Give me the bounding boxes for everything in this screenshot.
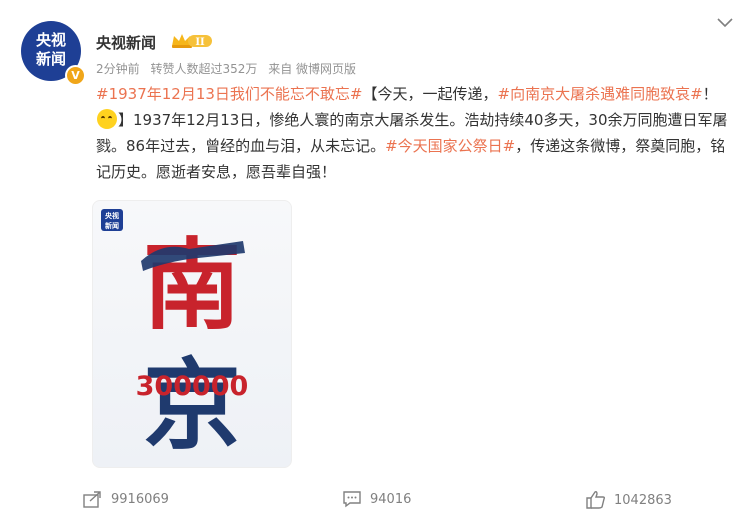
like-button[interactable]: 1042863	[586, 490, 672, 510]
like-count: 1042863	[614, 492, 672, 508]
repost-count-info: 转赞人数超过352万	[150, 62, 258, 76]
post-text: #1937年12月13日我们不能忘不敢忘#【今天，一起传递，#向南京大屠杀遇难同…	[96, 81, 736, 185]
comment-count: 94016	[370, 491, 412, 507]
poster-logo-text-1: 央视	[105, 211, 119, 220]
avatar-text-line-1: 央视	[35, 31, 66, 49]
poster-artwork: 央视 新闻 南 京 300000	[101, 209, 249, 463]
crying-emoji-icon	[97, 109, 117, 129]
post-text-segment: ！	[702, 85, 718, 103]
poster-logo-text-2: 新闻	[105, 221, 119, 230]
post-text-segment: 【今天，一起传递，	[362, 85, 498, 103]
post-source: 来自 微博网页版	[268, 62, 357, 76]
avatar-logo-text: 央视 新闻	[33, 31, 69, 69]
avatar-text-line-2: 新闻	[35, 50, 66, 68]
share-icon	[83, 491, 101, 508]
poster-number: 300000	[136, 371, 249, 402]
hashtag-link[interactable]: #1937年12月13日我们不能忘不敢忘#	[96, 85, 363, 103]
comment-button[interactable]: 94016	[342, 490, 411, 508]
hashtag-link[interactable]: #今天国家公祭日#	[385, 137, 515, 155]
account-name[interactable]: 央视新闻	[96, 32, 156, 53]
svg-text:II: II	[195, 37, 205, 48]
chevron-down-icon[interactable]	[717, 18, 733, 28]
thumbs-up-icon	[586, 491, 606, 509]
post-meta: 2分钟前 转赞人数超过352万 来自 微博网页版	[96, 60, 363, 77]
post-image[interactable]: 央视 新闻 南 京 300000	[92, 200, 292, 468]
post-time[interactable]: 2分钟前	[96, 62, 140, 76]
poster-character-jing: 京	[143, 348, 241, 463]
avatar[interactable]: 央视 新闻 V	[21, 21, 86, 86]
share-button[interactable]: 9916069	[83, 490, 169, 508]
hashtag-link[interactable]: #向南京大屠杀遇难同胞致哀#	[498, 85, 703, 103]
share-count: 9916069	[111, 491, 169, 507]
verified-badge-icon: V	[65, 65, 86, 86]
vip-crown-icon[interactable]: II	[170, 32, 214, 49]
comment-icon	[343, 491, 361, 508]
